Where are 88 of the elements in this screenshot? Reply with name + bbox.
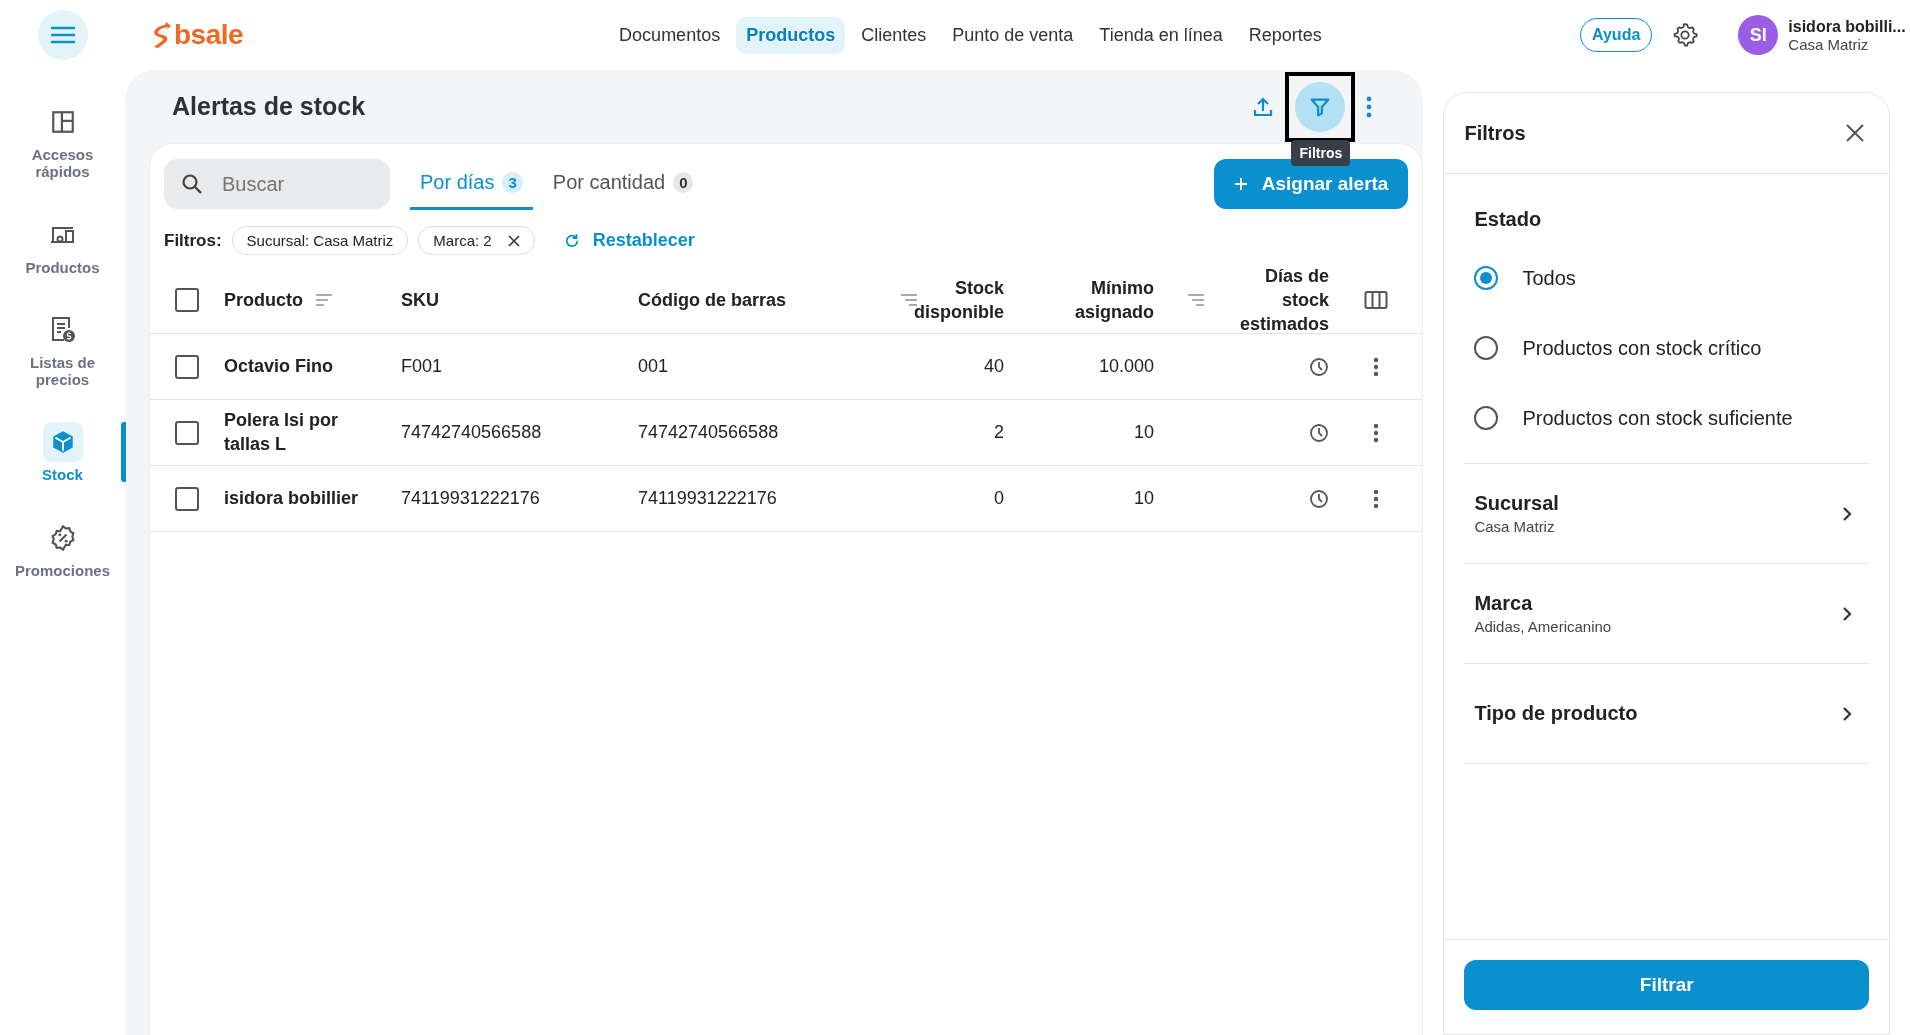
table-cell: 74742740566588 [401, 422, 542, 443]
table-cell: 10.000 [1098, 356, 1154, 377]
tab[interactable]: Por días 3 [410, 158, 533, 210]
column-header: Días de stock estimados [1238, 264, 1329, 337]
price-list-icon [49, 315, 76, 344]
menu-button[interactable] [38, 10, 88, 60]
assign-alert-button[interactable]: Asignar alerta [1213, 159, 1409, 209]
page-title: Alertas de stock [172, 92, 366, 121]
checkbox[interactable] [175, 420, 199, 445]
tab-label: Por días [420, 171, 495, 194]
clock-icon[interactable] [1309, 422, 1329, 443]
columns-icon[interactable] [1363, 290, 1388, 310]
radio-option[interactable]: Productos con stock suficiente [1474, 383, 1869, 453]
sidebar-item[interactable]: Productos [0, 214, 125, 276]
count-badge: 0 [673, 172, 694, 193]
logo-icon [152, 21, 172, 49]
nav-tab[interactable]: Tienda en línea [1089, 16, 1233, 54]
logo-text: bsale [174, 19, 244, 51]
chevron-right-icon [1841, 605, 1853, 622]
filter-chip[interactable]: Marca: 2 [418, 226, 535, 255]
clock-icon[interactable] [1309, 488, 1329, 509]
more-icon[interactable] [1371, 355, 1380, 378]
clock-icon[interactable] [1309, 356, 1329, 377]
nav-tab[interactable]: Documentos [609, 16, 731, 54]
column-header: Código de barras [638, 288, 787, 312]
table-cell: 10 [1133, 422, 1154, 443]
table-cell: 10 [1133, 488, 1154, 509]
reset-link[interactable]: Restablecer [562, 230, 695, 251]
search-field[interactable]: Buscar [164, 159, 390, 209]
checkbox[interactable] [175, 354, 199, 379]
menu-icon [51, 26, 75, 44]
table-cell: 74742740566588 [638, 422, 779, 443]
table-cell: 74119931222176 [638, 488, 777, 509]
table-cell: 2 [994, 422, 1004, 443]
section-title: Estado [1474, 208, 1543, 231]
close-icon[interactable] [507, 234, 520, 247]
column-header: SKU [401, 288, 439, 312]
more-icon[interactable] [1371, 421, 1380, 444]
count-badge: 3 [502, 172, 523, 193]
radio-button[interactable] [1474, 406, 1499, 430]
sidebar-item[interactable]: Promociones [0, 517, 125, 579]
nav-tab[interactable]: Clientes [851, 16, 937, 54]
filters-label: Filtros: [164, 230, 222, 251]
sidebar-item[interactable]: Stock [0, 422, 125, 484]
more-icon[interactable] [1371, 487, 1380, 510]
plus-icon [1233, 177, 1248, 191]
table-cell: F001 [401, 356, 443, 377]
tooltip: Filtros [1291, 139, 1351, 166]
table-cell: 0 [994, 488, 1004, 509]
nav-tab[interactable]: Productos [736, 16, 846, 54]
search-icon [180, 172, 204, 196]
filter-chip[interactable]: Sucursal: Casa Matriz [231, 226, 409, 255]
sidebar-item[interactable]: Accesos rápidos [0, 102, 125, 181]
user-branch: Casa Matriz [1788, 35, 1870, 53]
user-name: isidora bobilli... [1788, 17, 1906, 36]
column-header: Stock disponible [914, 276, 1004, 324]
table-cell: 001 [638, 356, 669, 377]
radio-button[interactable] [1474, 266, 1499, 290]
tab-label: Por cantidad [552, 171, 666, 194]
table-cell: 40 [983, 356, 1004, 377]
checkbox[interactable] [175, 288, 199, 312]
more-icon[interactable] [1365, 94, 1374, 119]
nav-tab[interactable]: Reportes [1238, 16, 1332, 54]
layout-icon [49, 109, 76, 135]
radio-option[interactable]: Todos [1474, 243, 1869, 313]
panel-title: Filtros [1464, 121, 1526, 145]
table-cell-text: isidora bobillier [224, 486, 360, 510]
user-avatar[interactable]: SI [1738, 15, 1779, 55]
column-header: Mínimo asignado [1074, 276, 1154, 324]
nav-tab[interactable]: Punto de venta [942, 16, 1084, 54]
column-header: Producto [224, 288, 303, 312]
filter-section[interactable]: Sucursal Casa Matriz [1464, 464, 1869, 564]
table-cell-text: Polera Isi por tallas L [224, 409, 340, 456]
radio-button[interactable] [1474, 336, 1499, 360]
table-cell: 74119931222176 [401, 488, 540, 509]
filter-submit-button[interactable]: Filtrar [1464, 960, 1869, 1010]
close-icon[interactable] [1845, 123, 1865, 143]
chevron-right-icon [1841, 505, 1853, 522]
filter-section[interactable]: Tipo de producto [1464, 664, 1869, 764]
tab[interactable]: Por cantidad 0 [542, 158, 704, 210]
table-cell-text: Octavio Fino [224, 354, 334, 378]
checkbox[interactable] [175, 486, 199, 511]
filter-section[interactable]: Marca Adidas, Americanino [1464, 564, 1869, 664]
radio-option[interactable]: Productos con stock crítico [1474, 313, 1869, 383]
chevron-right-icon [1841, 705, 1853, 722]
settings-icon[interactable] [1672, 22, 1699, 48]
sidebar-item[interactable]: Listas de precios [0, 309, 125, 389]
discount-badge-icon [48, 523, 77, 552]
